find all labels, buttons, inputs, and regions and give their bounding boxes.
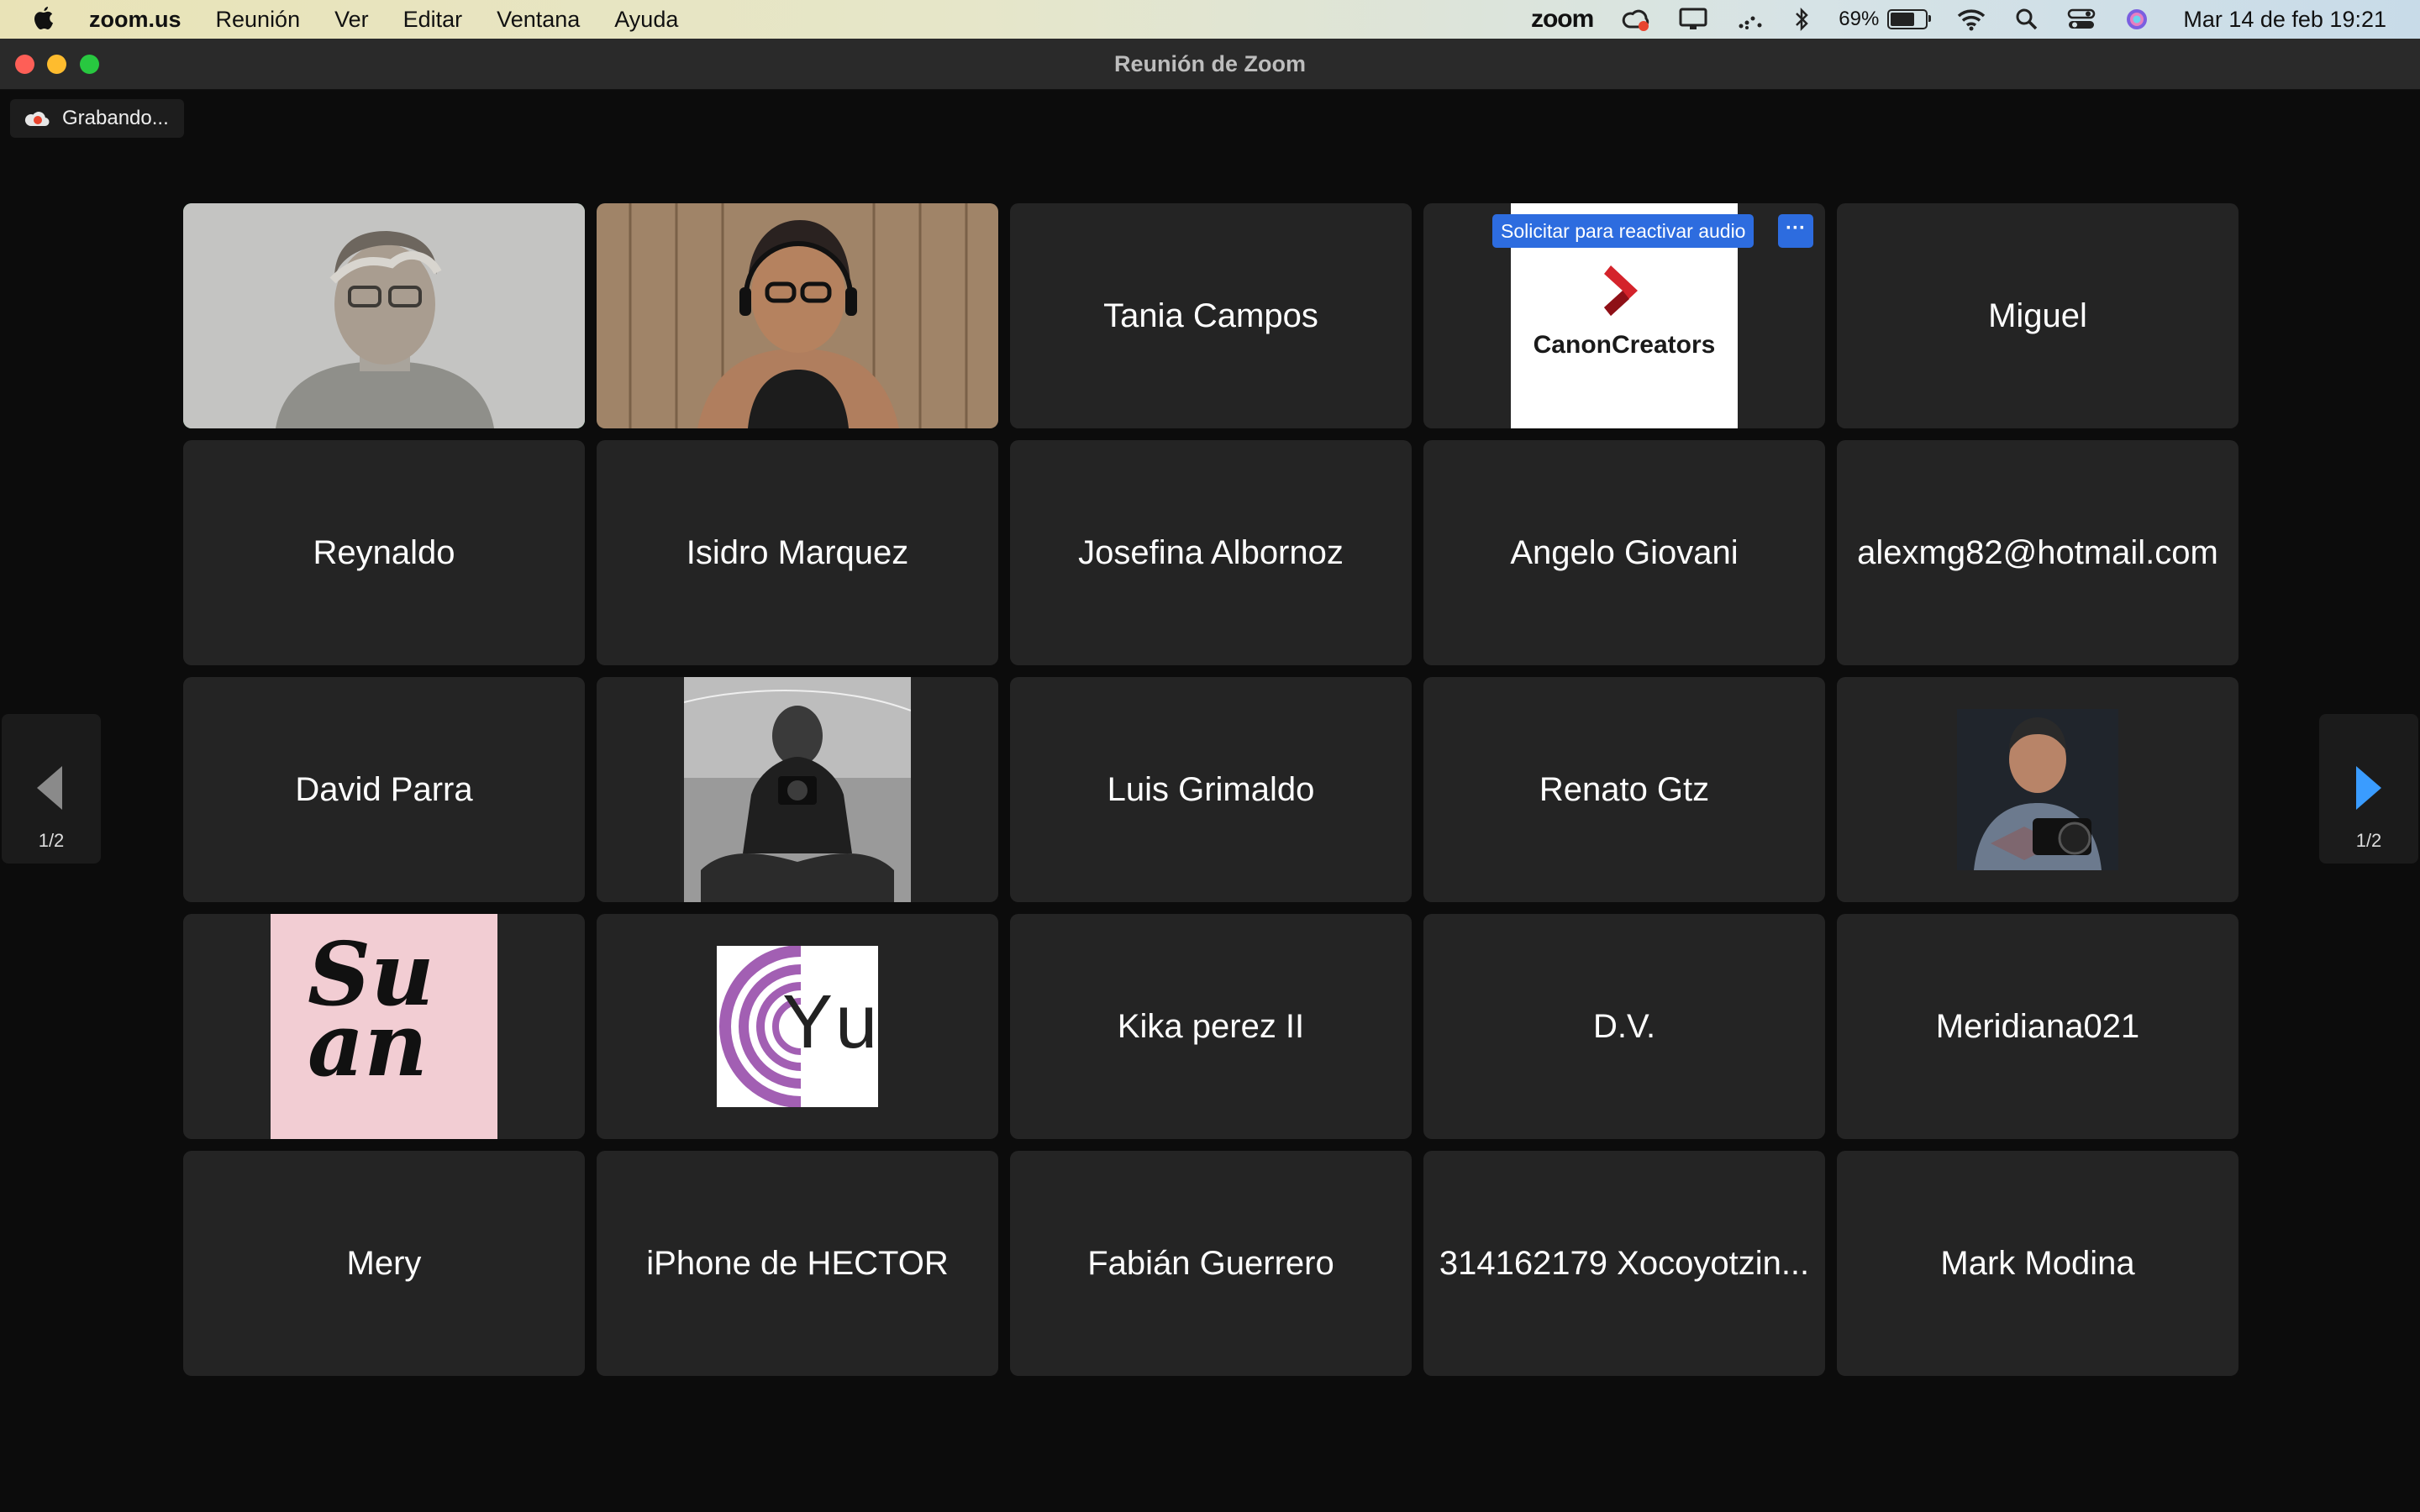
siri-icon[interactable] — [2124, 7, 2149, 32]
participant-tile[interactable]: Renato Gtz — [1423, 677, 1825, 902]
participant-tile[interactable]: Kika perez II — [1010, 914, 1412, 1139]
macos-menubar: zoom.us Reunión Ver Editar Ventana Ayuda… — [0, 0, 2420, 39]
chevron-left-icon — [37, 766, 62, 810]
participant-tile-suan[interactable]: Su an — [183, 914, 585, 1139]
participant-tile-video-1[interactable] — [183, 203, 585, 428]
display-icon[interactable] — [1679, 8, 1707, 31]
participant-name: Fabián Guerrero — [1087, 1244, 1334, 1282]
chevron-right-icon — [2356, 766, 2381, 810]
menu-app-name[interactable]: zoom.us — [89, 7, 182, 33]
battery-fill — [1891, 13, 1915, 26]
participant-tile[interactable]: Luis Grimaldo — [1010, 677, 1412, 902]
participant-name: Tania Campos — [1103, 297, 1318, 334]
participant-tile[interactable]: Isidro Marquez — [597, 440, 998, 665]
canon-creators-text: CanonCreators — [1533, 331, 1716, 359]
participant-name: David Parra — [295, 770, 473, 808]
participant-tile[interactable]: Miguel — [1837, 203, 2238, 428]
bluetooth-icon[interactable] — [1793, 7, 1810, 32]
participant-tile[interactable]: Meridiana021 — [1837, 914, 2238, 1139]
participant-name: Reynaldo — [313, 533, 455, 571]
participant-tile[interactable]: D.V. — [1423, 914, 1825, 1139]
menu-ventana[interactable]: Ventana — [497, 7, 580, 33]
page-indicator-left: 1/2 — [38, 830, 65, 851]
activity-icon[interactable] — [1736, 8, 1765, 31]
apple-icon[interactable] — [32, 5, 55, 34]
participant-name: Kika perez II — [1117, 1007, 1305, 1045]
window-titlebar: Reunión de Zoom — [0, 39, 2420, 90]
participant-tile[interactable]: Tania Campos — [1010, 203, 1412, 428]
participant-tile-video-2[interactable] — [597, 203, 998, 428]
participant-tile[interactable]: Mery — [183, 1151, 585, 1376]
participant-name: 314162179 Xocoyotzin... — [1439, 1244, 1810, 1282]
participant-tile[interactable]: 314162179 Xocoyotzin... — [1423, 1151, 1825, 1376]
page-indicator-right: 1/2 — [2355, 830, 2382, 851]
spotlight-search-icon[interactable] — [2015, 8, 2039, 31]
participant-video-feed — [597, 203, 998, 428]
cloud-recording-icon — [24, 112, 50, 127]
participant-video-feed — [183, 203, 585, 428]
next-page-button[interactable]: 1/2 — [2319, 714, 2418, 864]
participant-name: Angelo Giovani — [1510, 533, 1739, 571]
participant-name: Miguel — [1988, 297, 2087, 334]
participant-name: Mery — [346, 1244, 422, 1282]
participant-name: iPhone de HECTOR — [646, 1244, 949, 1282]
participant-name: D.V. — [1592, 1007, 1656, 1045]
participant-tile[interactable]: David Parra — [183, 677, 585, 902]
yu-logo-text: Yu — [782, 980, 885, 1064]
yu-logo: Yu — [717, 946, 878, 1107]
participant-name: alexmg82@hotmail.com — [1857, 533, 2218, 571]
profile-photo-camera — [1957, 709, 2118, 870]
wifi-icon[interactable] — [1956, 8, 1986, 31]
participant-tile[interactable]: iPhone de HECTOR — [597, 1151, 998, 1376]
participant-tile[interactable]: Mark Modina — [1837, 1151, 2238, 1376]
more-options-button[interactable]: ··· — [1778, 214, 1813, 248]
participant-tile-photo[interactable] — [597, 677, 998, 902]
participant-tile[interactable]: Reynaldo — [183, 440, 585, 665]
participant-name: Isidro Marquez — [686, 533, 909, 571]
participant-name: Renato Gtz — [1539, 770, 1710, 808]
recording-label: Grabando... — [62, 107, 169, 129]
recording-indicator[interactable]: Grabando... — [10, 99, 184, 138]
participant-tile[interactable]: Fabián Guerrero — [1010, 1151, 1412, 1376]
creative-cloud-icon[interactable] — [1622, 7, 1650, 32]
request-unmute-button[interactable]: Solicitar para reactivar audio — [1492, 214, 1754, 248]
control-center-icon[interactable] — [2067, 8, 2096, 31]
menu-editar[interactable]: Editar — [403, 7, 463, 33]
suan-logo-text: Su an — [308, 922, 434, 1096]
participant-tile[interactable]: Josefina Albornoz — [1010, 440, 1412, 665]
participant-name: Luis Grimaldo — [1107, 770, 1315, 808]
battery-percent: 69% — [1839, 8, 1880, 30]
participant-name: Mark Modina — [1940, 1244, 2135, 1282]
window-title: Reunión de Zoom — [1114, 51, 1306, 76]
previous-page-button[interactable]: 1/2 — [2, 714, 101, 864]
participant-tile[interactable]: alexmg82@hotmail.com — [1837, 440, 2238, 665]
menu-ayuda[interactable]: Ayuda — [614, 7, 678, 33]
canon-creators-mark-icon — [1604, 265, 1638, 316]
participant-name: Josefina Albornoz — [1078, 533, 1344, 571]
participant-name: Meridiana021 — [1935, 1007, 2140, 1045]
profile-photo-bw — [684, 677, 911, 902]
menu-reunion[interactable]: Reunión — [216, 7, 301, 33]
menubar-clock[interactable]: Mar 14 de feb 19:21 — [2183, 7, 2386, 33]
zoom-status-item[interactable]: zoom — [1531, 5, 1594, 34]
participant-tile[interactable]: Angelo Giovani — [1423, 440, 1825, 665]
participant-tile-photo[interactable] — [1837, 677, 2238, 902]
participant-tile-yu[interactable]: Yu — [597, 914, 998, 1139]
battery-icon[interactable] — [1887, 9, 1932, 29]
menu-ver[interactable]: Ver — [334, 7, 369, 33]
suan-logo: Su an — [271, 914, 497, 1139]
